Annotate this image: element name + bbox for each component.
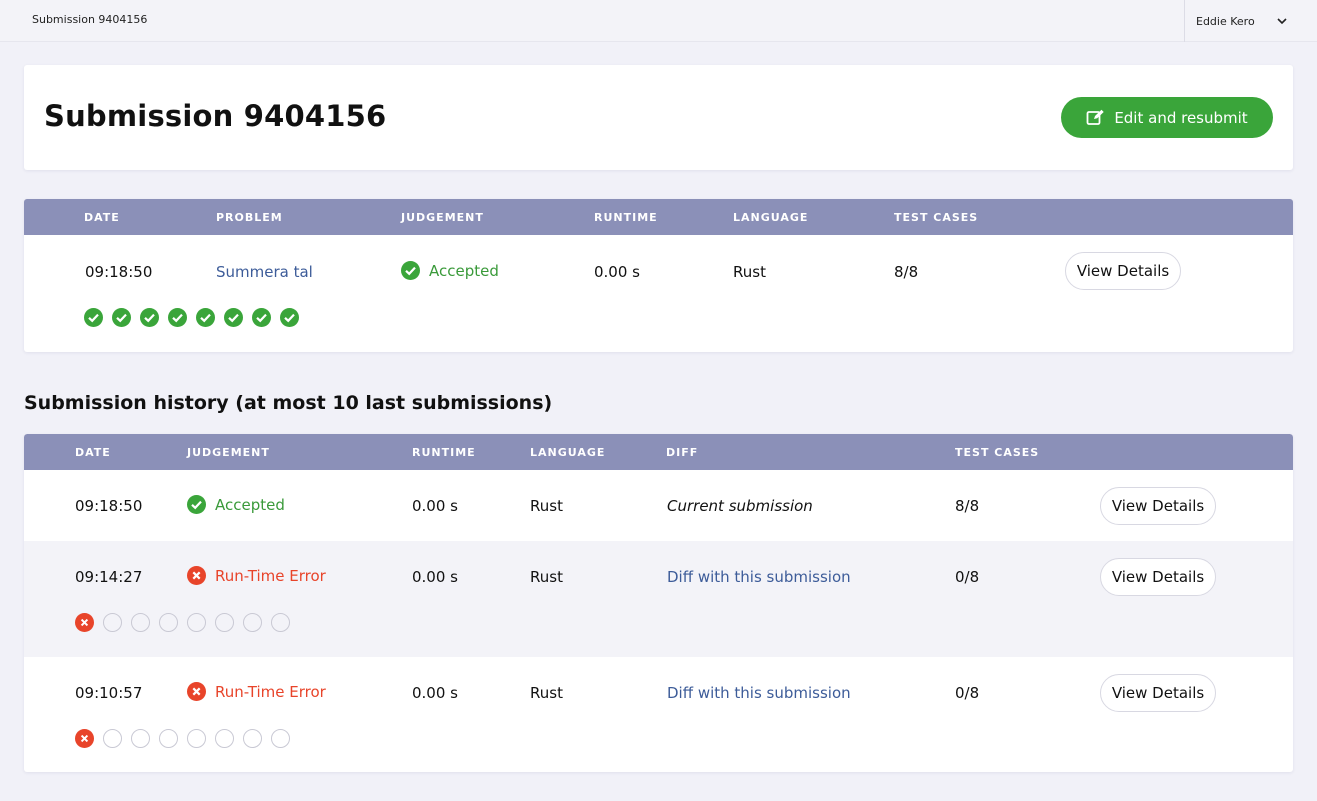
table-header: DATE JUDGEMENT RUNTIME LANGUAGE DIFF TES… [24, 434, 1293, 470]
chevron-down-icon [1277, 18, 1287, 25]
test-cases-cell: 0/8 [955, 684, 980, 702]
date-cell: 09:18:50 [75, 497, 143, 515]
col-date: DATE [84, 211, 120, 224]
history-title: Submission history (at most 10 last subm… [24, 392, 553, 414]
col-judgement: JUDGEMENT [401, 211, 484, 224]
user-menu[interactable]: Eddie Kero [1184, 0, 1317, 42]
test-pass-icon [252, 308, 271, 327]
test-not-run-icon [131, 729, 150, 748]
current-submission-table: DATE PROBLEM JUDGEMENT RUNTIME LANGUAGE … [24, 199, 1293, 352]
test-not-run-icon [187, 613, 206, 632]
test-pass-icon [196, 308, 215, 327]
judgement-cell: Accepted [187, 495, 285, 514]
error-circle-icon [187, 566, 206, 585]
col-diff: DIFF [666, 446, 699, 459]
runtime-cell: 0.00 s [412, 497, 458, 515]
page-title: Submission 9404156 [44, 99, 387, 133]
language-cell: Rust [530, 684, 563, 702]
test-not-run-icon [159, 613, 178, 632]
edit-icon [1086, 109, 1105, 125]
submission-header-card: Submission 9404156 Edit and resubmit [24, 65, 1293, 170]
table-row: 09:14:27 Run-Time Error 0.00 s Rust Diff… [24, 541, 1293, 657]
judgement-label: Run-Time Error [215, 566, 326, 585]
runtime-cell: 0.00 s [594, 263, 640, 281]
test-case-indicators [84, 308, 308, 327]
diff-link[interactable]: Diff with this submission [667, 568, 851, 586]
test-fail-icon [75, 729, 94, 748]
test-cases-cell: 8/8 [955, 497, 980, 515]
judgement-label: Accepted [215, 495, 285, 514]
test-not-run-icon [187, 729, 206, 748]
judgement-cell: Run-Time Error [187, 682, 326, 701]
date-cell: 09:10:57 [75, 684, 143, 702]
col-test-cases: TEST CASES [894, 211, 979, 224]
test-pass-icon [280, 308, 299, 327]
test-pass-icon [168, 308, 187, 327]
test-not-run-icon [271, 729, 290, 748]
diff-link[interactable]: Diff with this submission [667, 684, 851, 702]
date-cell: 09:18:50 [85, 263, 153, 281]
col-language: LANGUAGE [733, 211, 809, 224]
judgement-cell: Run-Time Error [187, 566, 326, 585]
test-not-run-icon [103, 613, 122, 632]
test-cases-cell: 8/8 [894, 263, 919, 281]
test-not-run-icon [131, 613, 150, 632]
test-not-run-icon [271, 613, 290, 632]
edit-resubmit-label: Edit and resubmit [1114, 108, 1248, 127]
col-date: DATE [75, 446, 111, 459]
col-runtime: RUNTIME [412, 446, 476, 459]
language-cell: Rust [733, 263, 766, 281]
view-details-button[interactable]: View Details [1100, 674, 1216, 712]
runtime-cell: 0.00 s [412, 684, 458, 702]
col-language: LANGUAGE [530, 446, 606, 459]
language-cell: Rust [530, 568, 563, 586]
breadcrumb: Submission 9404156 [32, 13, 148, 26]
col-judgement: JUDGEMENT [187, 446, 270, 459]
error-circle-icon [187, 682, 206, 701]
test-not-run-icon [103, 729, 122, 748]
test-not-run-icon [243, 613, 262, 632]
col-test-cases: TEST CASES [955, 446, 1040, 459]
test-case-indicators [75, 729, 299, 748]
language-cell: Rust [530, 497, 563, 515]
test-not-run-icon [243, 729, 262, 748]
test-pass-icon [224, 308, 243, 327]
table-row: 09:10:57 Run-Time Error 0.00 s Rust Diff… [24, 657, 1293, 772]
test-not-run-icon [159, 729, 178, 748]
test-pass-icon [84, 308, 103, 327]
test-pass-icon [112, 308, 131, 327]
test-pass-icon [140, 308, 159, 327]
user-name: Eddie Kero [1196, 14, 1255, 28]
view-details-button[interactable]: View Details [1100, 558, 1216, 596]
date-cell: 09:14:27 [75, 568, 143, 586]
test-case-indicators [75, 613, 299, 632]
runtime-cell: 0.00 s [412, 568, 458, 586]
test-cases-cell: 0/8 [955, 568, 980, 586]
table-row: 09:18:50 Accepted 0.00 s Rust Current su… [24, 470, 1293, 541]
judgement-label: Accepted [429, 261, 499, 280]
table-header: DATE PROBLEM JUDGEMENT RUNTIME LANGUAGE … [24, 199, 1293, 235]
view-details-button[interactable]: View Details [1065, 252, 1181, 290]
col-runtime: RUNTIME [594, 211, 658, 224]
problem-link[interactable]: Summera tal [216, 263, 313, 281]
judgement-cell: Accepted [401, 261, 499, 280]
check-circle-icon [187, 495, 206, 514]
judgement-label: Run-Time Error [215, 682, 326, 701]
top-bar: Submission 9404156 Eddie Kero [0, 0, 1317, 42]
test-fail-icon [75, 613, 94, 632]
col-problem: PROBLEM [216, 211, 283, 224]
diff-cell: Current submission [667, 497, 813, 515]
history-table: DATE JUDGEMENT RUNTIME LANGUAGE DIFF TES… [24, 434, 1293, 772]
test-not-run-icon [215, 613, 234, 632]
view-details-button[interactable]: View Details [1100, 487, 1216, 525]
test-not-run-icon [215, 729, 234, 748]
check-circle-icon [401, 261, 420, 280]
edit-resubmit-button[interactable]: Edit and resubmit [1061, 97, 1273, 138]
